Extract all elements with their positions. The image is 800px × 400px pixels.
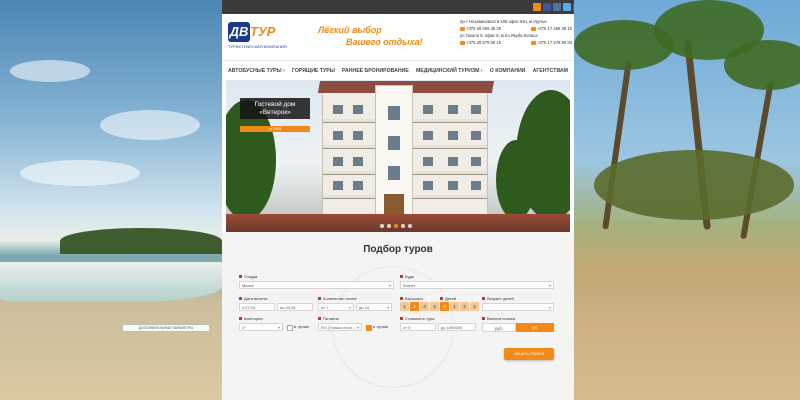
slogan-line-1: Лёгкий выбор xyxy=(318,25,382,35)
slogan: Лёгкий выбор Вашего отдыха! xyxy=(318,24,428,48)
currency-label: Валюта поиска xyxy=(482,316,515,321)
site-header: ДВ ТУР ТУРИСТИЧЕСКАЯ КОМПАНИЯ Лёгкий выб… xyxy=(222,14,574,60)
nav-item-early-booking[interactable]: РАННЕЕ БРОНИРОВАНИЕ xyxy=(342,68,409,74)
price-label: Стоимость тура xyxy=(400,316,434,321)
phone-2[interactable]: +375 17 286 36 16 xyxy=(530,25,572,32)
currency-option-byn[interactable]: руб. xyxy=(482,323,516,332)
nav-item-bus-tours[interactable]: АВТОБУСНЫЕ ТУРЫ › xyxy=(228,68,285,74)
facebook-icon[interactable] xyxy=(543,3,551,11)
date-to-input[interactable]: по 04.04 xyxy=(277,303,313,311)
phone-1[interactable]: +375 29 356 36 36 xyxy=(460,25,501,32)
phone-4[interactable]: +375 17 276 80 83 xyxy=(530,39,572,46)
adults-option-1[interactable]: 1 xyxy=(400,302,409,311)
main-content: ДВ ТУР ТУРИСТИЧЕСКАЯ КОМПАНИЯ Лёгкий выб… xyxy=(222,14,574,400)
children-label: Детей xyxy=(440,296,456,301)
hero-price-badge: от 300$ xyxy=(240,126,310,132)
nights-from-select[interactable]: от 7 ▾ xyxy=(318,303,354,311)
nights-to-select[interactable]: до 14 ▾ xyxy=(356,303,392,311)
adults-label: Взрослых xyxy=(400,296,423,301)
child-age-label: Возраст детей xyxy=(482,296,514,301)
caption-line-1: Гостевой дом xyxy=(254,101,296,108)
to-label: Куда xyxy=(400,274,414,279)
contacts-block: пр-т Независимости 185 офис 53н, м.Уручь… xyxy=(460,18,572,46)
more-filters-button[interactable]: ДОПОЛНИТЕЛЬНЫЕ ПАРАМЕТРЫ xyxy=(122,324,210,332)
tour-search-panel: Подбор туров xyxy=(222,232,574,400)
phone-3[interactable]: +375 29 679 00 15 xyxy=(460,39,501,46)
beach-background-left xyxy=(0,0,222,400)
company-logo[interactable]: ДВ ТУР ТУРИСТИЧЕСКАЯ КОМПАНИЯ xyxy=(228,22,287,52)
logo-word: ТУР xyxy=(250,24,276,39)
slider-dot-active[interactable] xyxy=(394,224,398,228)
search-title: Подбор туров xyxy=(363,244,433,255)
children-option-0[interactable]: 0 xyxy=(440,302,449,311)
category-better-checkbox[interactable] xyxy=(287,325,293,331)
slider-dot[interactable] xyxy=(387,224,391,228)
logo-tagline: ТУРИСТИЧЕСКАЯ КОМПАНИЯ xyxy=(228,44,287,49)
from-label: Откуда xyxy=(239,274,257,279)
odnoklassniki-icon[interactable] xyxy=(533,3,541,11)
adults-option-3[interactable]: 3 xyxy=(420,302,429,311)
caption-line-2: «Ветерок» xyxy=(259,109,291,116)
nav-item-agencies[interactable]: АГЕНТСТВАМ xyxy=(533,68,568,74)
palm-background-right xyxy=(574,0,800,400)
start-search-button[interactable]: НАЧАТЬ ПОИСК xyxy=(504,348,554,360)
vk-icon[interactable] xyxy=(553,3,561,11)
adults-option-4[interactable]: 4 xyxy=(430,302,439,311)
hero-slider[interactable]: Гостевой дом «Ветерок» от 300$ xyxy=(226,80,570,232)
address-1: пр-т Независимости 185 офис 53н, м.Уручь… xyxy=(460,19,547,24)
slider-dot[interactable] xyxy=(380,224,384,228)
meal-better-label: и лучше xyxy=(373,324,389,329)
hero-caption[interactable]: Гостевой дом «Ветерок» от 300$ xyxy=(240,98,310,132)
main-nav: АВТОБУСНЫЕ ТУРЫ › ГОРЯЩИЕ ТУРЫ РАННЕЕ БР… xyxy=(222,60,574,80)
meal-select[interactable]: RO (Только ночл... ▾ xyxy=(318,323,362,331)
slider-dot[interactable] xyxy=(401,224,405,228)
price-from-input[interactable]: от 0 xyxy=(400,323,436,331)
price-to-input[interactable]: до 1000000 xyxy=(438,323,476,331)
logo-badge: ДВ xyxy=(228,22,250,42)
category-label: Категория xyxy=(239,316,263,321)
nav-item-hot-tours[interactable]: ГОРЯЩИЕ ТУРЫ xyxy=(292,68,335,74)
meal-better-checkbox[interactable] xyxy=(366,325,372,331)
children-option-1[interactable]: 1 xyxy=(450,302,459,311)
children-option-2[interactable]: 2 xyxy=(460,302,469,311)
date-from-input[interactable]: с 07.04 xyxy=(239,303,275,311)
slider-dot[interactable] xyxy=(408,224,412,228)
child-age-select[interactable]: ▾ xyxy=(482,303,554,311)
nav-item-about[interactable]: О КОМПАНИИ xyxy=(490,68,526,74)
slogan-line-2: Вашего отдыха! xyxy=(346,37,423,47)
adults-option-2[interactable]: 2 xyxy=(410,302,419,311)
twitter-icon[interactable] xyxy=(563,3,571,11)
meal-label: Питание xyxy=(318,316,339,321)
slider-dots xyxy=(380,224,412,228)
children-option-3[interactable]: 3 xyxy=(470,302,479,311)
category-select[interactable]: 1* ▾ xyxy=(239,323,283,331)
phone-icon xyxy=(460,40,465,45)
address-2: ул.Гикало 6, офис 8, м.пл.Якуба Коласа xyxy=(460,33,538,38)
hotel-photo xyxy=(317,81,495,221)
to-select[interactable]: Египет ▾ xyxy=(400,281,554,289)
currency-option-ue[interactable]: у.е. xyxy=(516,323,554,332)
phone-icon xyxy=(530,26,536,31)
date-label: Дата вылета xyxy=(239,296,267,301)
phone-icon xyxy=(460,26,465,31)
nav-item-medical-tourism[interactable]: МЕДИЦИНСКИЙ ТУРИЗМ › xyxy=(416,68,483,74)
nights-label: Количество ночей xyxy=(318,296,356,301)
from-select[interactable]: Минск ▾ xyxy=(239,281,394,289)
phone-icon xyxy=(530,40,536,45)
category-better-label: и лучше xyxy=(294,324,310,329)
